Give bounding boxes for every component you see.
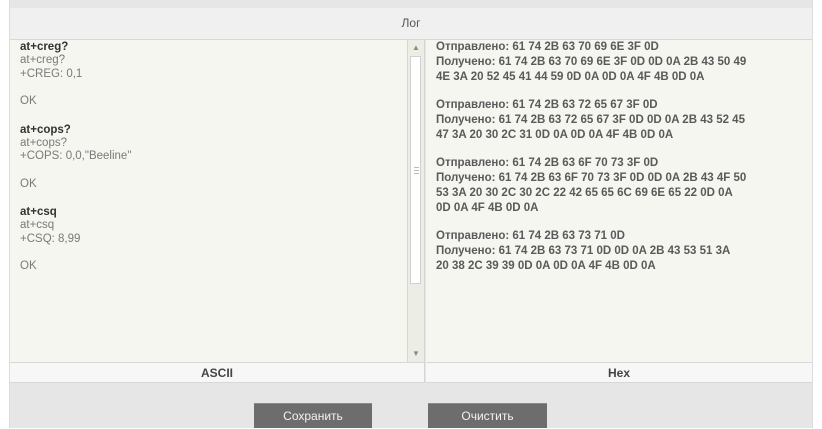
ascii-scrollbar[interactable]: ▲ ▼ xyxy=(407,40,424,362)
ascii-line: at+creg? xyxy=(20,54,66,66)
scroll-up-arrow-icon[interactable]: ▲ xyxy=(408,40,424,56)
hex-pane[interactable]: Отправлено: 61 74 2B 63 70 69 6E 3F 0D По… xyxy=(426,40,812,362)
ascii-label: ASCII xyxy=(10,362,425,383)
hex-block: Отправлено: 61 74 2B 63 70 69 6E 3F 0D По… xyxy=(436,40,808,85)
ascii-block: at+csq at+csq +CSQ: 8,99 OK xyxy=(20,205,400,288)
hex-line: Получено: 61 74 2B 63 72 65 67 3F 0D 0D … xyxy=(436,114,745,126)
ascii-line: +CSQ: 8,99 xyxy=(20,232,81,245)
ascii-command: at+cops? xyxy=(20,123,71,136)
ascii-block-gap xyxy=(20,191,400,205)
scrollbar-grip-icon xyxy=(414,170,419,171)
hex-line: 47 3A 20 30 2C 31 0D 0A 0D 0A 4F 4B 0D 0… xyxy=(436,129,674,141)
hex-block: Отправлено: 61 74 2B 63 72 65 67 3F 0D По… xyxy=(436,98,808,143)
ascii-block: at+cops? at+cops? +COPS: 0,0,"Beeline" OK xyxy=(20,123,400,206)
ascii-block: at+creg? at+creg? +CREG: 0,1 OK xyxy=(20,40,400,123)
ascii-blank-line xyxy=(20,246,400,260)
scrollbar-thumb[interactable] xyxy=(410,56,421,284)
ascii-line: OK xyxy=(20,95,37,107)
ascii-blank-line xyxy=(20,81,400,95)
hex-line: Получено: 61 74 2B 63 70 69 6E 3F 0D 0D … xyxy=(436,56,747,68)
scrollbar-grip-icon xyxy=(414,167,419,168)
log-panel: Лог at+creg? at+creg? +CREG: 0,1 OK at+cops?… xyxy=(9,0,813,428)
hex-line: 20 38 2C 39 39 0D 0A 0D 0A 4F 4B 0D 0A xyxy=(436,260,656,272)
hex-log-content: Отправлено: 61 74 2B 63 70 69 6E 3F 0D По… xyxy=(436,40,808,287)
scrollbar-grip-icon xyxy=(414,173,419,174)
ascii-block-gap xyxy=(20,109,400,123)
ascii-command: at+creg? xyxy=(20,41,69,53)
clear-button[interactable]: Очистить xyxy=(428,403,547,428)
hex-line: 53 3A 20 30 2C 30 2C 22 42 65 65 6C 69 6… xyxy=(436,187,733,199)
hex-line: Отправлено: 61 74 2B 63 6F 70 73 3F 0D xyxy=(436,157,659,169)
hex-line: Отправлено: 61 74 2B 63 72 65 67 3F 0D xyxy=(436,99,658,111)
hex-line: 0D 0A 4F 4B 0D 0A xyxy=(436,202,539,214)
hex-line: Получено: 61 74 2B 63 73 71 0D 0D 0A 2B … xyxy=(436,245,731,257)
ascii-line: OK xyxy=(20,177,37,190)
scroll-down-arrow-icon[interactable]: ▼ xyxy=(408,346,424,362)
ascii-log-content: at+creg? at+creg? +CREG: 0,1 OK at+cops? at+c… xyxy=(20,40,400,288)
log-title: Лог xyxy=(10,8,812,40)
hex-label: Hex xyxy=(426,362,812,383)
ascii-blank-line xyxy=(20,164,400,178)
hex-line: Получено: 61 74 2B 63 6F 70 73 3F 0D 0D … xyxy=(436,172,747,184)
hex-line: Отправлено: 61 74 2B 63 73 71 0D xyxy=(436,230,625,242)
ascii-pane[interactable]: at+creg? at+creg? +CREG: 0,1 OK at+cops? at+c… xyxy=(10,40,425,362)
ascii-block-gap xyxy=(20,274,400,288)
save-button[interactable]: Сохранить xyxy=(254,403,372,428)
ascii-line: OK xyxy=(20,260,37,272)
ascii-line: at+cops? xyxy=(20,136,67,149)
hex-block: Отправлено: 61 74 2B 63 73 71 0D Получено… xyxy=(436,229,808,274)
ascii-line: +COPS: 0,0,"Beeline" xyxy=(20,150,132,162)
ascii-line: at+csq xyxy=(20,219,55,231)
hex-line: 4E 3A 20 52 45 41 44 59 0D 0A 0D 0A 4F 4… xyxy=(436,71,705,83)
ascii-line: +CREG: 0,1 xyxy=(20,67,83,80)
hex-line: Отправлено: 61 74 2B 63 70 69 6E 3F 0D xyxy=(436,41,659,53)
hex-block: Отправлено: 61 74 2B 63 6F 70 73 3F 0D По… xyxy=(436,156,808,216)
ascii-command: at+csq xyxy=(20,206,57,218)
